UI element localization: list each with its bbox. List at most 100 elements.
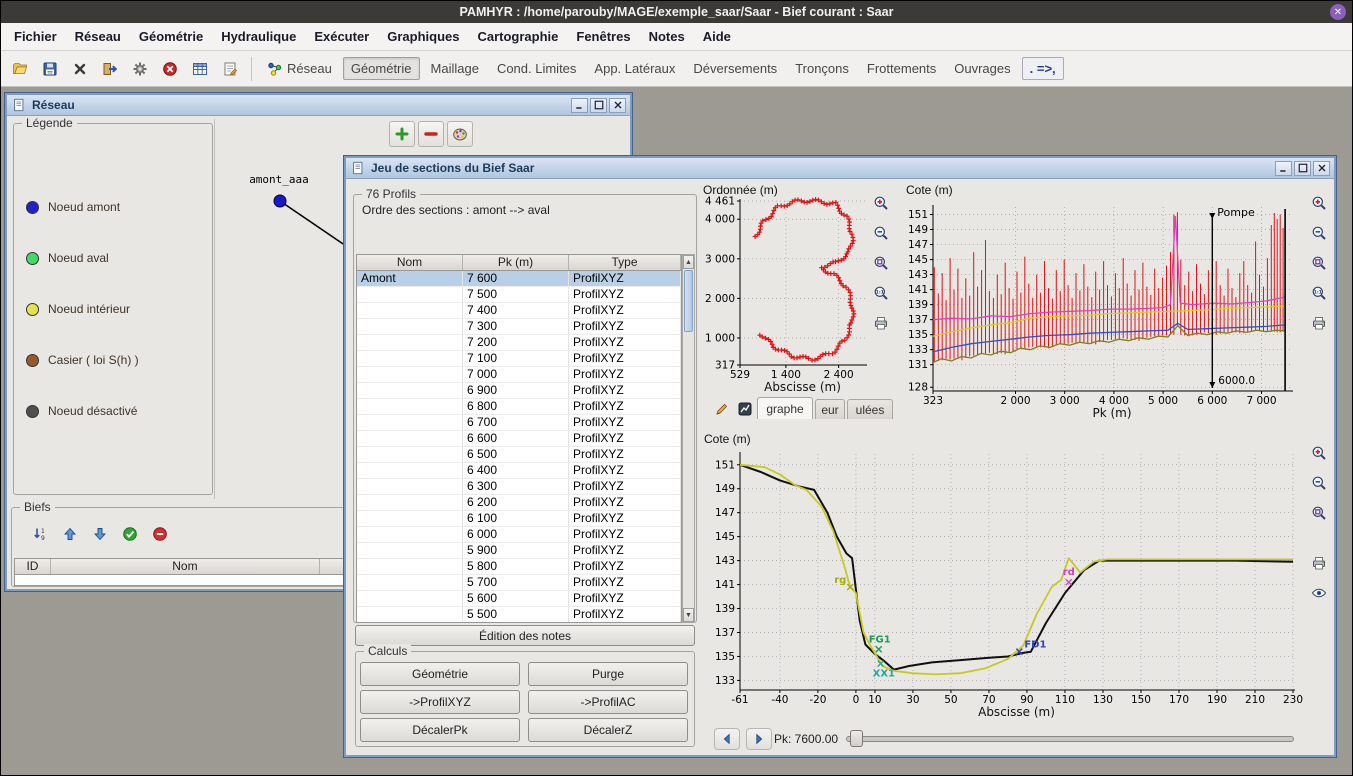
zoom-in-button[interactable] [1307,191,1331,215]
zoom-fit-button[interactable] [1307,251,1331,275]
maximize-icon[interactable] [590,98,607,113]
reseau-window-titlebar[interactable]: Réseau [7,95,630,116]
menu-executer[interactable]: Exécuter [305,29,378,44]
menu-cartographie[interactable]: Cartographie [468,29,567,44]
toolbar-button-troncons[interactable]: Tronçons [788,58,856,79]
calc-button-decalerpk[interactable]: DécalerPk [360,718,520,742]
minus-circle-button[interactable] [148,522,172,546]
visibility-button[interactable] [1307,581,1331,605]
table-row[interactable]: 6 300ProfilXYZ [357,479,681,495]
profils-scrollbar[interactable]: ▲ ▼ [682,254,695,623]
calc-button-purge[interactable]: Purge [528,662,688,686]
table-row[interactable]: 7 100ProfilXYZ [357,351,681,367]
menu-hydraulique[interactable]: Hydraulique [212,29,305,44]
table-row[interactable]: 5 700ProfilXYZ [357,575,681,591]
minimize-icon[interactable] [571,98,588,113]
tab-eur[interactable]: eur [815,399,845,419]
table-row[interactable]: 6 200ProfilXYZ [357,495,681,511]
zoom-1-1-button[interactable]: 1:1 [869,281,893,305]
close-icon[interactable] [1313,161,1330,176]
export-button[interactable] [97,56,123,82]
profils-column-nom[interactable]: Nom [357,255,463,270]
menu-aide[interactable]: Aide [694,29,740,44]
scrollbar-thumb[interactable] [684,270,693,332]
table-row[interactable]: 7 400ProfilXYZ [357,303,681,319]
edit-notes-button[interactable]: Édition des notes [355,625,695,646]
biefs-column-nom[interactable]: Nom [51,559,320,574]
calc-button-geometrie[interactable]: Géométrie [360,662,520,686]
zoom-in-button[interactable] [869,191,893,215]
move-down-button[interactable] [88,522,112,546]
node-amont[interactable] [274,195,286,207]
table-row[interactable]: 6 500ProfilXYZ [357,447,681,463]
menu-fenetres[interactable]: Fenêtres [567,29,639,44]
settings-button[interactable] [127,56,153,82]
table-row[interactable]: 7 200ProfilXYZ [357,335,681,351]
sort-down-button[interactable]: 19 [28,522,52,546]
open-button[interactable] [7,56,33,82]
calc-button-decalerz[interactable]: DécalerZ [528,718,688,742]
calc-button-profilxyz[interactable]: ->ProfilXYZ [360,690,520,714]
edit-plot-button[interactable] [712,398,732,419]
pk-slider-track[interactable] [846,736,1294,742]
sections-window-titlebar[interactable]: Jeu de sections du Bief Saar [346,158,1334,179]
table-row[interactable]: 6 400ProfilXYZ [357,463,681,479]
toolbar-button-frottements[interactable]: Frottements [860,58,943,79]
toolbar-button-maillage[interactable]: Maillage [424,58,486,79]
print-button[interactable] [1307,311,1331,335]
table-row[interactable]: 7 000ProfilXYZ [357,367,681,383]
zoom-1-1-button[interactable]: 1:1 [1307,281,1331,305]
toolbar-button-cond-limites[interactable]: Cond. Limites [490,58,583,79]
close-icon[interactable] [609,98,626,113]
save-button[interactable] [37,56,63,82]
check-circle-button[interactable] [118,522,142,546]
minimize-icon[interactable] [1275,161,1292,176]
toolbar-button-deversements[interactable]: Déversements [686,58,784,79]
zoom-out-button[interactable] [869,221,893,245]
zoom-fit-button[interactable] [869,251,893,275]
table-row[interactable]: 6 600ProfilXYZ [357,431,681,447]
menu-geometrie[interactable]: Géométrie [130,29,212,44]
tab-ulees[interactable]: ulées [847,399,893,419]
table-row[interactable]: 5 500ProfilXYZ [357,607,681,623]
notes-button[interactable] [217,56,243,82]
table-row[interactable]: 7 500ProfilXYZ [357,287,681,303]
pk-slider-handle[interactable] [850,730,863,747]
table-row[interactable]: 6 100ProfilXYZ [357,511,681,527]
profils-column-type[interactable]: Type [569,255,681,270]
zoom-out-button[interactable] [1307,471,1331,495]
zoom-in-button[interactable] [1307,441,1331,465]
grid-button[interactable] [187,56,213,82]
close-button[interactable] [67,56,93,82]
table-row[interactable]: 6 000ProfilXYZ [357,527,681,543]
menu-fichier[interactable]: Fichier [5,29,66,44]
tab-graphe[interactable]: graphe [757,397,813,419]
scroll-up-icon[interactable]: ▲ [683,255,694,269]
table-row[interactable]: Amont7 600ProfilXYZ [357,271,681,287]
zoom-out-button[interactable] [1307,221,1331,245]
maximize-icon[interactable] [1294,161,1311,176]
calc-button-profilac[interactable]: ->ProfilAC [528,690,688,714]
menu-notes[interactable]: Notes [640,29,694,44]
menu-graphiques[interactable]: Graphiques [378,29,468,44]
table-row[interactable]: 6 700ProfilXYZ [357,415,681,431]
print-button[interactable] [869,311,893,335]
zoom-fit-button[interactable] [1307,501,1331,525]
toolbar-button-app-lateraux[interactable]: App. Latéraux [587,58,682,79]
next-section-button[interactable] [746,728,772,750]
previous-section-button[interactable] [714,728,740,750]
biefs-column-id[interactable]: ID [15,559,51,574]
table-row[interactable]: 7 300ProfilXYZ [357,319,681,335]
table-row[interactable]: 6 900ProfilXYZ [357,383,681,399]
toolbar-button-reseau[interactable]: Réseau [260,58,339,80]
scroll-down-icon[interactable]: ▼ [683,608,694,622]
app-close-button[interactable]: ✕ [1330,4,1346,20]
table-row[interactable]: 5 800ProfilXYZ [357,559,681,575]
cross-section-chart[interactable]: -61-40-200103050709011013015017019021023… [703,447,1303,727]
menu-reseau[interactable]: Réseau [66,29,130,44]
detach-plot-button[interactable] [735,398,754,419]
longitudinal-profile-chart[interactable]: 3232 0003 0004 0005 0006 0007 0001511491… [903,195,1307,431]
profils-column-pk-m[interactable]: Pk (m) [463,255,569,270]
print-button[interactable] [1307,551,1331,575]
toolbar-button-geometrie[interactable]: Géométrie [343,57,420,80]
